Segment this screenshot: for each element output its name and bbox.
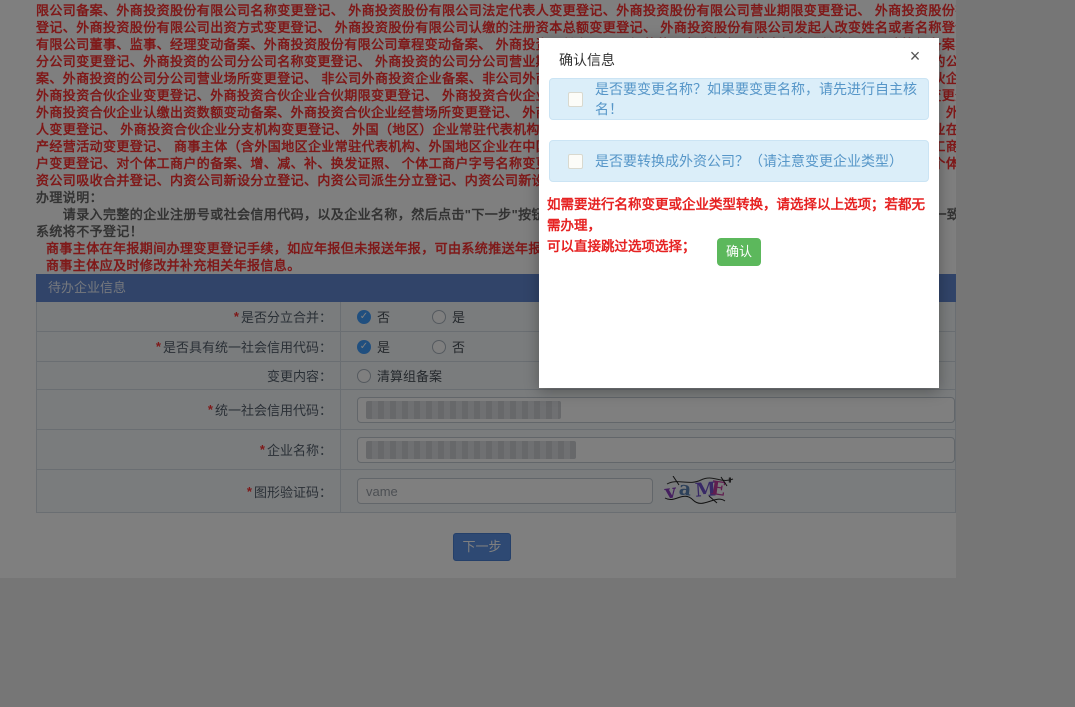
option-convert-foreign[interactable]: 是否要转换成外资公司？（请注意变更企业类型）	[549, 140, 929, 182]
option-change-name[interactable]: 是否要变更名称？如果要变更名称，请先进行自主核名！	[549, 78, 929, 120]
modal-title: 确认信息	[559, 50, 615, 70]
checkbox-unchecked-icon[interactable]	[568, 92, 583, 107]
warning-line: 如需要进行名称变更或企业类型转换，请选择以上选项；若都无需办理，	[547, 194, 931, 236]
close-icon[interactable]: ×	[905, 46, 925, 66]
option-label: 是否要变更名称？如果要变更名称，请先进行自主核名！	[595, 79, 928, 119]
checkbox-unchecked-icon[interactable]	[568, 154, 583, 169]
confirm-info-modal: 确认信息 × 是否要变更名称？如果要变更名称，请先进行自主核名！ 是否要转换成外…	[539, 38, 939, 388]
confirm-button[interactable]: 确认	[717, 238, 761, 266]
option-label: 是否要转换成外资公司？（请注意变更企业类型）	[595, 151, 903, 171]
